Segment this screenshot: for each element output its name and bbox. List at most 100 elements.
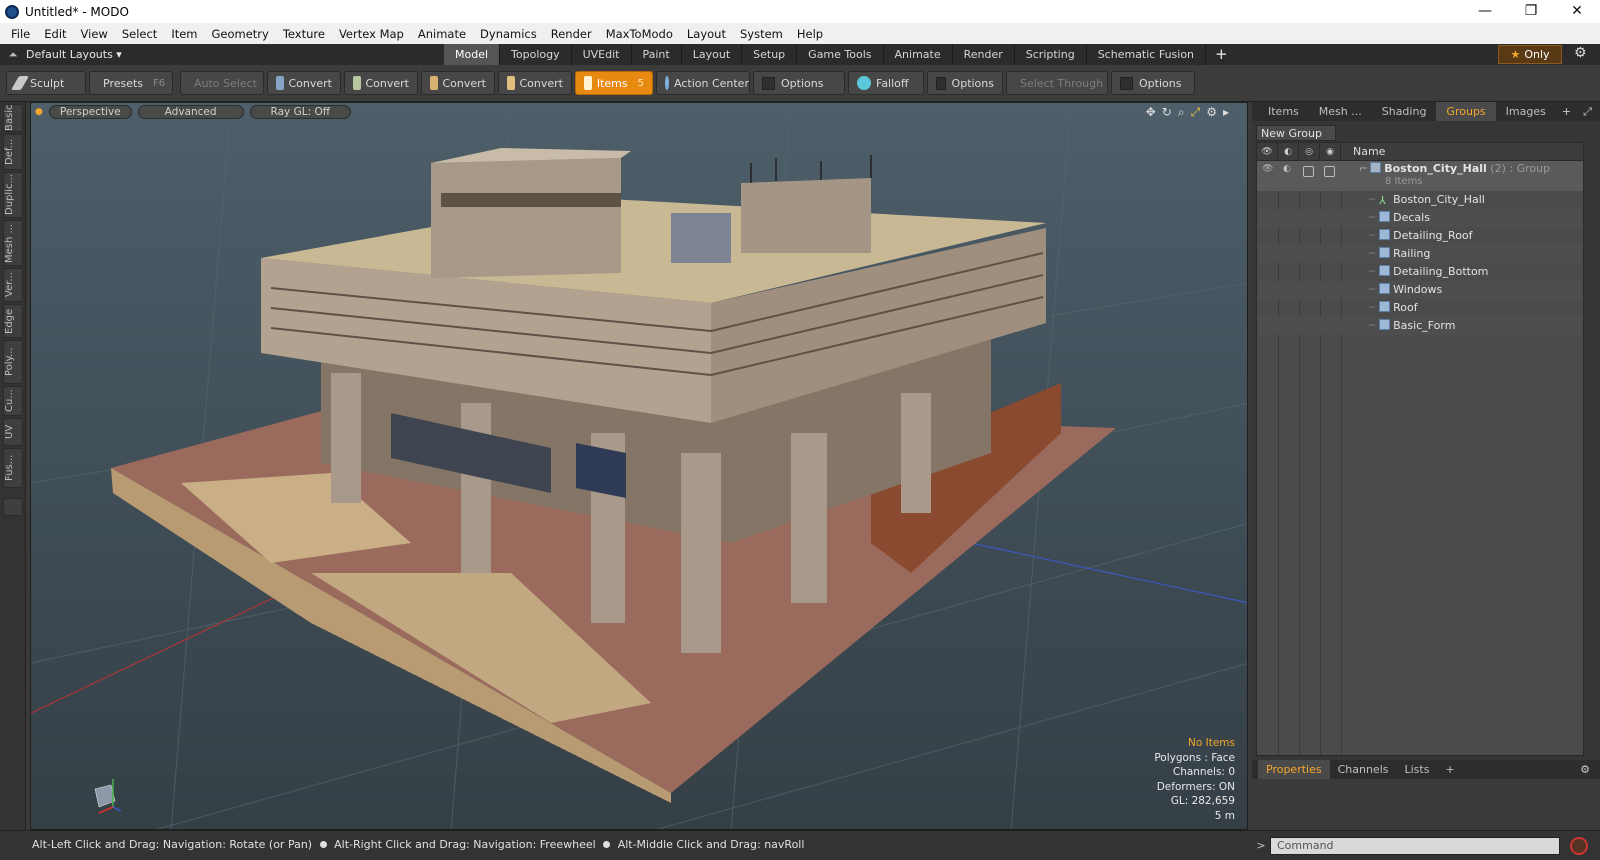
fit-icon[interactable]: ⤢ [1191, 105, 1201, 120]
advanced-button[interactable]: Advanced [137, 105, 244, 119]
add-panel-tab-button[interactable]: + [1556, 105, 1577, 118]
add-tab-button[interactable]: + [1206, 44, 1237, 65]
options-checkbox[interactable] [1120, 76, 1133, 90]
rotate-icon[interactable]: ↻ [1162, 105, 1172, 120]
menu-file[interactable]: File [4, 27, 37, 41]
tab-groups[interactable]: Groups [1436, 102, 1496, 121]
expand-panel-icon[interactable]: ⤢ [1577, 105, 1598, 119]
menu-render[interactable]: Render [544, 27, 599, 41]
viewport-gear-icon[interactable]: ⚙ [1206, 105, 1217, 120]
tab-render[interactable]: Render [953, 44, 1015, 65]
menu-select[interactable]: Select [115, 27, 164, 41]
convert-button-1[interactable]: Convert [267, 71, 341, 95]
add-properties-tab-button[interactable]: + [1437, 760, 1462, 779]
tab-basic[interactable]: Basic [3, 104, 23, 132]
action-center-button[interactable]: Action Center [656, 71, 750, 95]
falloff-button[interactable]: Falloff [848, 71, 924, 95]
tab-expand[interactable] [3, 498, 23, 516]
record-macro-icon[interactable] [1570, 836, 1588, 855]
command-input[interactable]: Command [1270, 836, 1560, 855]
tab-mesh-edit[interactable]: Mesh ... [3, 220, 23, 266]
lock-column-icon[interactable]: ◐ [1278, 142, 1299, 161]
select-through-button[interactable]: Select Through [1006, 71, 1108, 95]
visibility-eye-icon[interactable]: 👁 [1262, 164, 1273, 174]
menu-help[interactable]: Help [790, 27, 830, 41]
tab-lists[interactable]: Lists [1397, 760, 1438, 779]
tab-polygon[interactable]: Poly... [3, 340, 23, 384]
tab-uv[interactable]: UV [3, 418, 23, 446]
tree-item[interactable]: ┄ Windows [1257, 281, 1583, 299]
new-group-button[interactable]: New Group [1256, 125, 1336, 141]
tab-topology[interactable]: Topology [500, 44, 572, 65]
tab-shading[interactable]: Shading [1372, 102, 1437, 121]
tab-scripting[interactable]: Scripting [1015, 44, 1087, 65]
pan-icon[interactable]: ✥ [1146, 105, 1156, 120]
action-center-options-button[interactable]: Options [753, 71, 845, 95]
tab-edge[interactable]: Edge [3, 304, 23, 338]
tab-properties[interactable]: Properties [1258, 760, 1330, 779]
collapse-arrow-icon[interactable]: ⏶ [0, 48, 26, 62]
tab-items[interactable]: Items [1258, 102, 1309, 121]
select-options-button[interactable]: Options [1111, 71, 1195, 95]
convert-button-3[interactable]: Convert [421, 71, 495, 95]
items-button[interactable]: Items 5 [575, 71, 653, 95]
menu-animate[interactable]: Animate [411, 27, 473, 41]
collapse-icon[interactable]: ⌐ [1359, 162, 1368, 175]
minimize-button[interactable]: — [1462, 0, 1508, 23]
command-history-arrow-icon[interactable]: > [1252, 839, 1270, 852]
tab-game-tools[interactable]: Game Tools [797, 44, 884, 65]
tab-animate[interactable]: Animate [884, 44, 953, 65]
menu-layout[interactable]: Layout [680, 27, 733, 41]
menu-geometry[interactable]: Geometry [205, 27, 276, 41]
tab-deform[interactable]: Def... [3, 134, 23, 170]
menu-system[interactable]: System [733, 27, 790, 41]
tab-paint[interactable]: Paint [632, 44, 682, 65]
options-checkbox[interactable] [762, 76, 775, 90]
tab-model[interactable]: Model [444, 44, 501, 65]
tab-vertex[interactable]: Ver... [3, 268, 23, 302]
tree-item[interactable]: ┄ Railing [1257, 245, 1583, 263]
tab-channels[interactable]: Channels [1330, 760, 1397, 779]
render-column-icon[interactable]: ◎ [1299, 142, 1320, 161]
lock-icon[interactable]: ◐ [1283, 164, 1291, 174]
tab-mesh[interactable]: Mesh ... [1309, 102, 1372, 121]
layout-select[interactable]: Default Layouts ▾ [26, 48, 186, 61]
sculpt-button[interactable]: Sculpt [6, 71, 86, 95]
tree-item[interactable]: ┄ Decals [1257, 209, 1583, 227]
tree-item[interactable]: ┄ Basic_Form [1257, 317, 1583, 335]
viewport-menu-arrow-icon[interactable]: ▸ [1223, 105, 1229, 120]
maximize-button[interactable]: ❐ [1508, 0, 1554, 23]
convert-button-4[interactable]: Convert [498, 71, 572, 95]
3d-viewport[interactable]: ● Perspective Advanced Ray GL: Off ✥ ↻ ⌕… [30, 102, 1248, 830]
convert-button-2[interactable]: Convert [344, 71, 418, 95]
perspective-button[interactable]: Perspective [48, 105, 132, 119]
properties-gear-icon[interactable]: ⚙ [1580, 763, 1590, 776]
tree-item[interactable]: ┄ Roof [1257, 299, 1583, 317]
falloff-options-button[interactable]: Options [927, 71, 1003, 95]
tree-item[interactable]: ┄ Detailing_Bottom [1257, 263, 1583, 281]
tree-item[interactable]: ┄ Detailing_Roof [1257, 227, 1583, 245]
tree-item[interactable]: ┄ ⅄ Boston_City_Hall [1257, 191, 1583, 209]
tab-fusion[interactable]: Fus... [3, 448, 23, 488]
render-checkbox[interactable] [1303, 166, 1314, 177]
tab-curve[interactable]: Cu... [3, 386, 23, 416]
menu-dynamics[interactable]: Dynamics [473, 27, 544, 41]
options-checkbox[interactable] [936, 76, 946, 90]
gear-icon[interactable]: ⚙ [1574, 45, 1587, 61]
group-row[interactable]: 👁 ◐ ⌐ Boston_City_Hall (2) : Group 8 Item… [1257, 161, 1583, 191]
visibility-column-icon[interactable]: 👁 [1257, 142, 1278, 161]
tab-layout[interactable]: Layout [682, 44, 743, 65]
tab-setup[interactable]: Setup [742, 44, 798, 65]
select-checkbox[interactable] [1324, 166, 1335, 177]
auto-select-button[interactable]: Auto Select [180, 71, 264, 95]
close-button[interactable]: ✕ [1554, 0, 1600, 23]
menu-texture[interactable]: Texture [276, 27, 332, 41]
menu-vertex-map[interactable]: Vertex Map [332, 27, 411, 41]
tab-uvedit[interactable]: UVEdit [572, 44, 632, 65]
menu-item[interactable]: Item [164, 27, 204, 41]
zoom-icon[interactable]: ⌕ [1178, 105, 1185, 120]
menu-maxtomodo[interactable]: MaxToModo [599, 27, 680, 41]
select-column-icon[interactable]: ◉ [1320, 142, 1341, 161]
tab-duplicate[interactable]: Duplic... [3, 172, 23, 218]
tab-images[interactable]: Images [1496, 102, 1556, 121]
